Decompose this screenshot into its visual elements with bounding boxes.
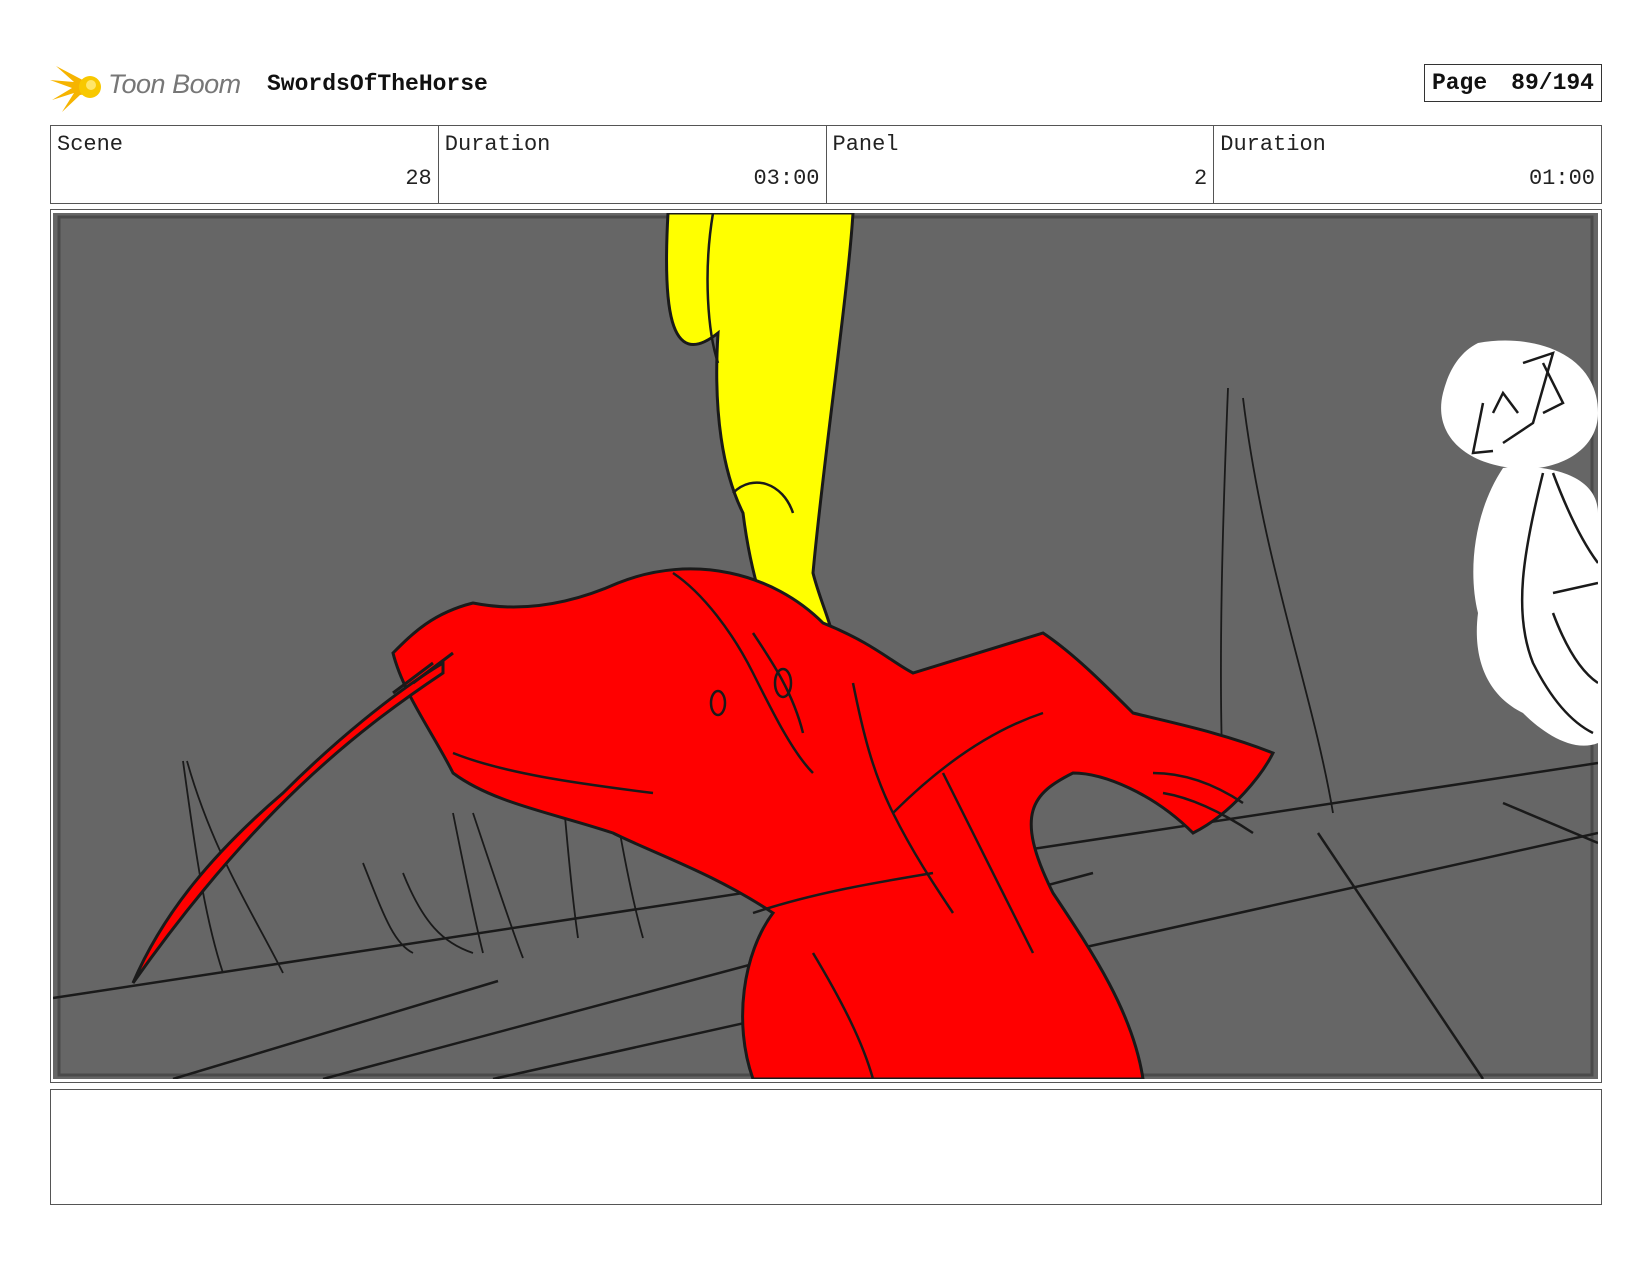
action-notes-box [50, 1089, 1602, 1205]
scene-value: 28 [405, 166, 432, 191]
scene-duration-label: Duration [444, 132, 551, 157]
scene-duration-value: 03:00 [753, 166, 820, 191]
scene-label: Scene [57, 132, 124, 157]
panel-duration-value: 01:00 [1528, 166, 1595, 191]
panel-duration-label: Duration [1220, 132, 1326, 157]
panel-label: Panel [832, 132, 899, 157]
panel-info-table: Scene 28 Duration 03:00 Panel 2 Duration… [50, 125, 1602, 204]
scene-cell: Scene 28 [51, 126, 439, 203]
page-label: Page [1431, 70, 1488, 96]
storyboard-panel [50, 209, 1602, 1083]
page-number: 89/194 [1511, 70, 1594, 96]
project-title: SwordsOfTheHorse [267, 71, 488, 97]
logo-text: Toon Boom [108, 69, 241, 99]
scene-duration-cell: Duration 03:00 [439, 126, 827, 203]
panel-cell: Panel 2 [827, 126, 1215, 203]
panel-sketch [53, 213, 1598, 1079]
toon-boom-logo: Toon Boom [50, 58, 250, 114]
panel-duration-cell: Duration 01:00 [1214, 126, 1601, 203]
panel-value: 2 [1194, 166, 1208, 191]
starburst-icon [50, 66, 101, 112]
page-indicator: Page 89/194 [1423, 64, 1602, 102]
storyboard-header: Toon Boom SwordsOfTheHorse Page 89/194 [50, 58, 1602, 114]
